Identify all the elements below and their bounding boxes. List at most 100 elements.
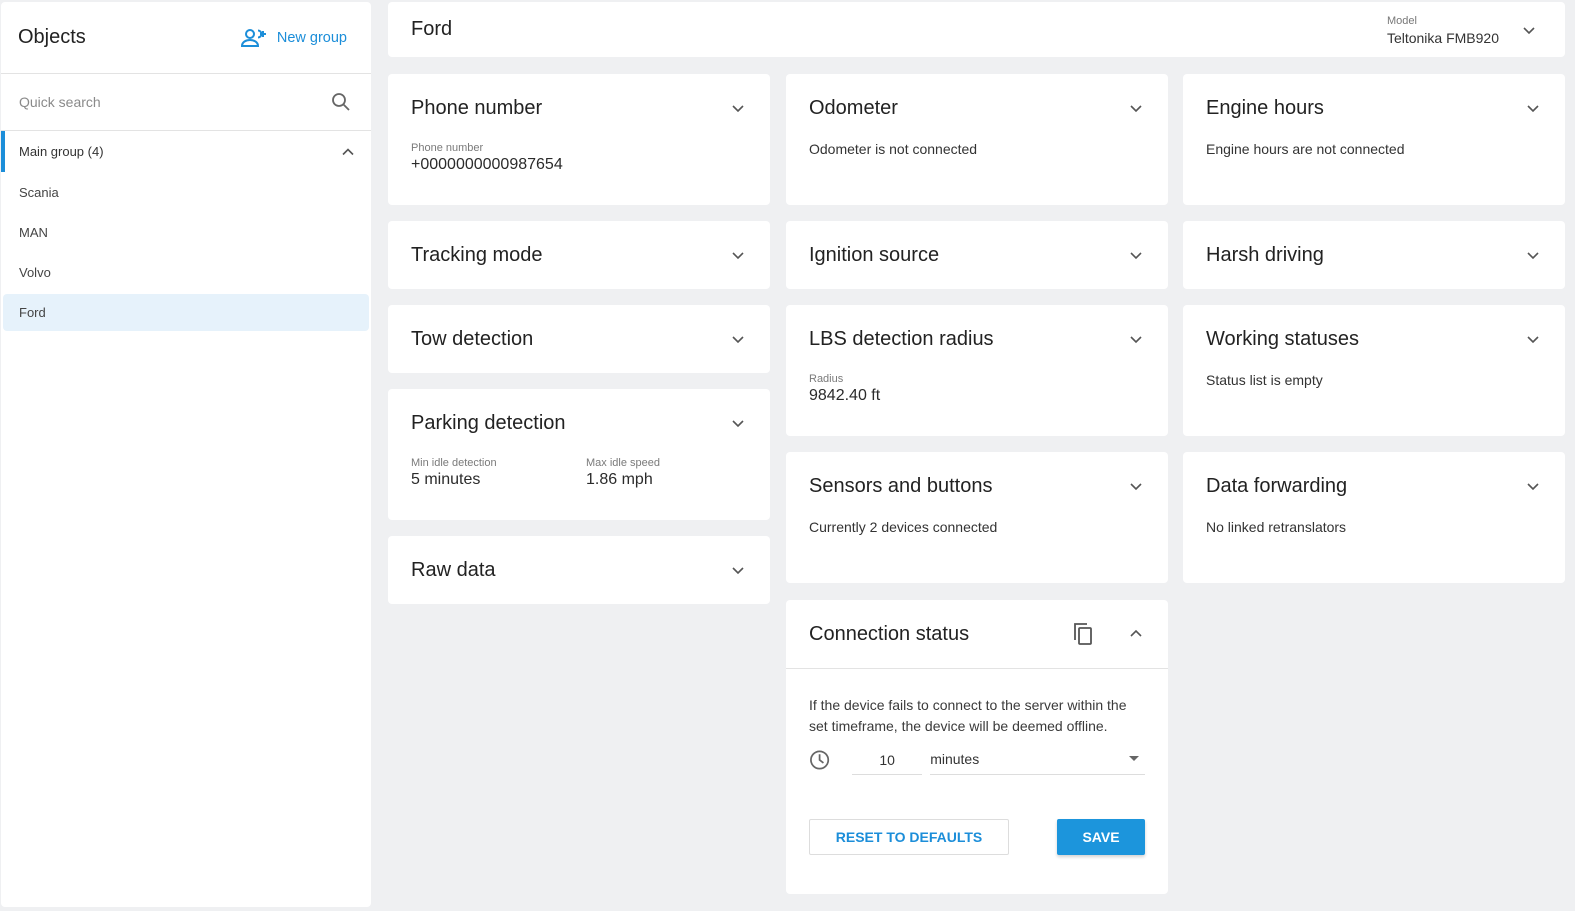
object-title: Ford (411, 18, 453, 40)
reset-to-defaults-button[interactable]: RESET TO DEFAULTS (809, 819, 1009, 855)
card-ignition-source: Ignition source (786, 221, 1168, 289)
search-bar (1, 74, 371, 131)
chevron-up-icon[interactable] (1128, 626, 1144, 642)
timeout-unit-select[interactable]: minutes (930, 745, 1145, 775)
card-header[interactable]: Raw data (388, 536, 770, 604)
card-header[interactable]: Tracking mode (388, 221, 770, 289)
chevron-down-icon[interactable] (1128, 331, 1144, 347)
radius-label: Radius (809, 373, 844, 385)
card-header[interactable]: Odometer (786, 74, 1168, 142)
engine-hours-message: Engine hours are not connected (1206, 141, 1405, 157)
max-idle-label: Max idle speed (586, 457, 660, 469)
chevron-down-icon[interactable] (1521, 22, 1537, 38)
model-value: Teltonika FMB920 (1386, 30, 1499, 46)
chevron-down-icon[interactable] (1525, 478, 1541, 494)
object-item-man[interactable]: MAN (3, 214, 369, 251)
search-icon[interactable] (331, 92, 351, 112)
card-header[interactable]: Engine hours (1183, 74, 1565, 142)
phone-number-value: +0000000000987654 (411, 156, 563, 173)
card-header[interactable]: LBS detection radius (786, 305, 1168, 373)
chevron-down-icon[interactable] (1525, 247, 1541, 263)
sensors-message: Currently 2 devices connected (809, 519, 998, 535)
card-parking-detection: Parking detection Min idle detection 5 m… (388, 389, 770, 520)
card-title: Sensors and buttons (809, 474, 993, 497)
card-tow-detection: Tow detection (388, 305, 770, 373)
card-phone-number: Phone number Phone number +0000000000987… (388, 74, 770, 205)
sidebar-title: Objects (18, 26, 86, 48)
object-label: MAN (19, 225, 48, 240)
card-title: Raw data (411, 558, 496, 581)
card-header[interactable]: Ignition source (786, 221, 1168, 289)
card-working-statuses: Working statuses Status list is empty (1183, 305, 1565, 436)
chevron-down-icon[interactable] (1128, 100, 1144, 116)
card-title: Phone number (411, 96, 543, 119)
object-label: Volvo (19, 265, 51, 280)
card-header[interactable]: Tow detection (388, 305, 770, 373)
card-header[interactable]: Sensors and buttons (786, 452, 1168, 520)
card-header[interactable]: Parking detection (388, 389, 770, 457)
odometer-message: Odometer is not connected (809, 141, 978, 157)
card-lbs-detection-radius: LBS detection radius Radius 9842.40 ft (786, 305, 1168, 436)
data-forwarding-message: No linked retranslators (1206, 519, 1347, 535)
chevron-down-icon[interactable] (730, 562, 746, 578)
card-raw-data: Raw data (388, 536, 770, 604)
card-title: Engine hours (1206, 96, 1324, 119)
card-title: Connection status (809, 622, 970, 645)
card-title: Parking detection (411, 411, 566, 434)
object-item-scania[interactable]: Scania (3, 174, 369, 211)
card-tracking-mode: Tracking mode (388, 221, 770, 289)
objects-sidebar: Objects New group Main group (4) Scania … (1, 2, 371, 907)
card-title: Harsh driving (1206, 243, 1324, 266)
card-title: Ignition source (809, 243, 940, 266)
chevron-up-icon[interactable] (341, 145, 355, 159)
card-header[interactable]: Phone number (388, 74, 770, 142)
card-data-forwarding: Data forwarding No linked retranslators (1183, 452, 1565, 583)
card-harsh-driving: Harsh driving (1183, 221, 1565, 289)
chevron-down-icon[interactable] (1128, 247, 1144, 263)
chevron-down-icon[interactable] (1525, 100, 1541, 116)
card-header[interactable]: Working statuses (1183, 305, 1565, 373)
card-header[interactable]: Harsh driving (1183, 221, 1565, 289)
chevron-down-icon[interactable] (730, 331, 746, 347)
radius-value: 9842.40 ft (809, 387, 881, 404)
sidebar-header: Objects New group (1, 2, 371, 74)
main-group-row[interactable]: Main group (4) (1, 131, 371, 172)
object-header: Ford Model Teltonika FMB920 (388, 2, 1565, 57)
chevron-down-icon[interactable] (730, 247, 746, 263)
card-header[interactable]: Data forwarding (1183, 452, 1565, 520)
card-title: Working statuses (1206, 327, 1360, 350)
max-idle-value: 1.86 mph (586, 471, 653, 488)
model-select[interactable]: Model Teltonika FMB920 (1387, 13, 1537, 46)
save-button[interactable]: SAVE (1057, 819, 1145, 855)
card-connection-status: Connection status If the device fails to… (786, 600, 1168, 894)
timeout-unit-value: minutes (930, 750, 980, 767)
chevron-down-icon[interactable] (1525, 331, 1541, 347)
model-label: Model (1386, 15, 1417, 27)
card-header[interactable]: Connection status (786, 600, 1168, 668)
object-label: Ford (19, 305, 46, 320)
card-odometer: Odometer Odometer is not connected (786, 74, 1168, 205)
copy-icon[interactable] (1072, 622, 1094, 646)
quick-search-input[interactable] (19, 94, 299, 110)
chevron-down-icon[interactable] (1128, 478, 1144, 494)
card-engine-hours: Engine hours Engine hours are not connec… (1183, 74, 1565, 205)
object-item-volvo[interactable]: Volvo (3, 254, 369, 291)
clock-icon (810, 750, 830, 770)
dropdown-caret-icon (1129, 756, 1139, 761)
field-label: Phone number (411, 142, 484, 154)
new-group-button[interactable]: New group (240, 28, 347, 48)
min-idle-value: 5 minutes (411, 471, 481, 488)
working-statuses-message: Status list is empty (1206, 372, 1323, 388)
add-group-icon (240, 28, 266, 47)
card-title: Tracking mode (411, 243, 543, 266)
card-title: LBS detection radius (809, 327, 994, 350)
group-label: Main group (4) (19, 144, 104, 159)
new-group-label: New group (276, 29, 347, 46)
min-idle-label: Min idle detection (411, 457, 497, 469)
timeout-value-input[interactable] (852, 745, 923, 775)
object-label: Scania (19, 185, 59, 200)
chevron-down-icon[interactable] (730, 100, 746, 116)
chevron-down-icon[interactable] (730, 415, 746, 431)
object-item-ford[interactable]: Ford (3, 294, 369, 331)
card-title: Data forwarding (1206, 474, 1348, 497)
